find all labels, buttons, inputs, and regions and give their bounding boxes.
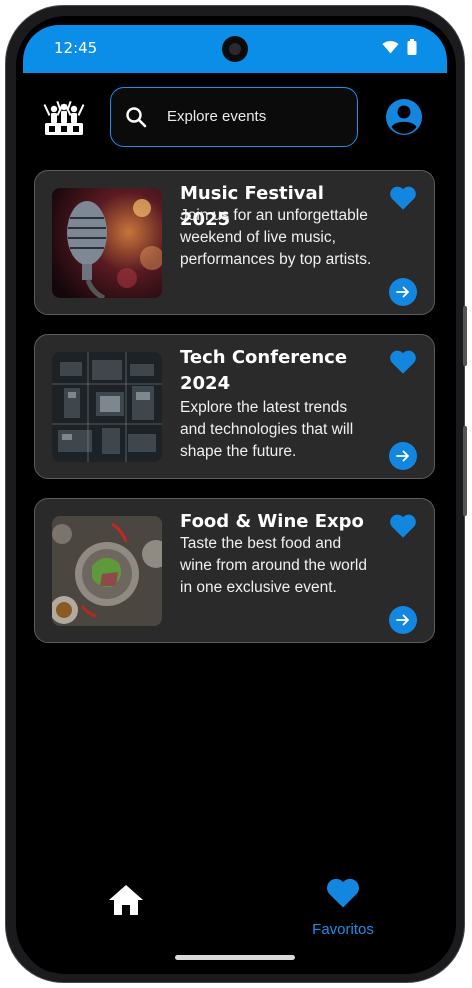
crowd-logo-icon[interactable] xyxy=(43,100,85,136)
wifi-icon xyxy=(382,40,399,54)
arrow-right-icon xyxy=(396,286,409,298)
nav-favorites[interactable]: Favoritos xyxy=(293,867,393,938)
circuit-board-photo xyxy=(52,352,162,462)
bottom-navigation: Favoritos xyxy=(23,855,447,945)
status-bar: 12:45 xyxy=(23,25,447,73)
favorite-heart-icon[interactable] xyxy=(389,513,417,539)
status-time: 12:45 xyxy=(54,39,98,57)
open-event-button[interactable] xyxy=(389,606,417,634)
event-description: Explore the latest trends and technologi… xyxy=(180,399,354,460)
heart-icon xyxy=(327,878,359,908)
search-input[interactable]: Explore events xyxy=(167,108,266,125)
event-card[interactable]: Music Festival 2025 Join us for an unfor… xyxy=(34,170,435,315)
volume-button xyxy=(463,306,467,366)
arrow-right-icon xyxy=(396,614,409,626)
battery-icon xyxy=(407,39,417,55)
top-bar: Explore events xyxy=(23,87,447,149)
search-bar[interactable]: Explore events xyxy=(110,87,358,147)
arrow-right-icon xyxy=(396,450,409,462)
event-card[interactable]: Tech Conference 2024 Explore the latest … xyxy=(34,334,435,479)
event-card[interactable]: Food & Wine Expo Taste the best food and… xyxy=(34,498,435,643)
search-icon xyxy=(126,107,147,128)
open-event-button[interactable] xyxy=(389,442,417,470)
nav-favorites-label: Favoritos xyxy=(312,921,374,938)
favorite-heart-icon[interactable] xyxy=(389,185,417,211)
gesture-bar[interactable] xyxy=(175,955,295,960)
microphone-photo xyxy=(52,188,162,298)
app-screen: 12:45 Explore events Music Festival 2025… xyxy=(23,25,447,973)
favorite-heart-icon[interactable] xyxy=(389,349,417,375)
event-title: Tech Conference 2024 xyxy=(180,347,348,394)
food-plates-photo xyxy=(52,516,162,626)
open-event-button[interactable] xyxy=(389,278,417,306)
event-description: Join us for an unforgettable weekend of … xyxy=(180,207,372,268)
event-title: Food & Wine Expo xyxy=(180,511,364,532)
event-description: Taste the best food and wine from around… xyxy=(180,535,367,596)
front-camera xyxy=(222,36,248,62)
home-icon[interactable] xyxy=(107,883,145,917)
account-circle-icon[interactable] xyxy=(386,99,422,135)
power-button xyxy=(463,426,467,516)
